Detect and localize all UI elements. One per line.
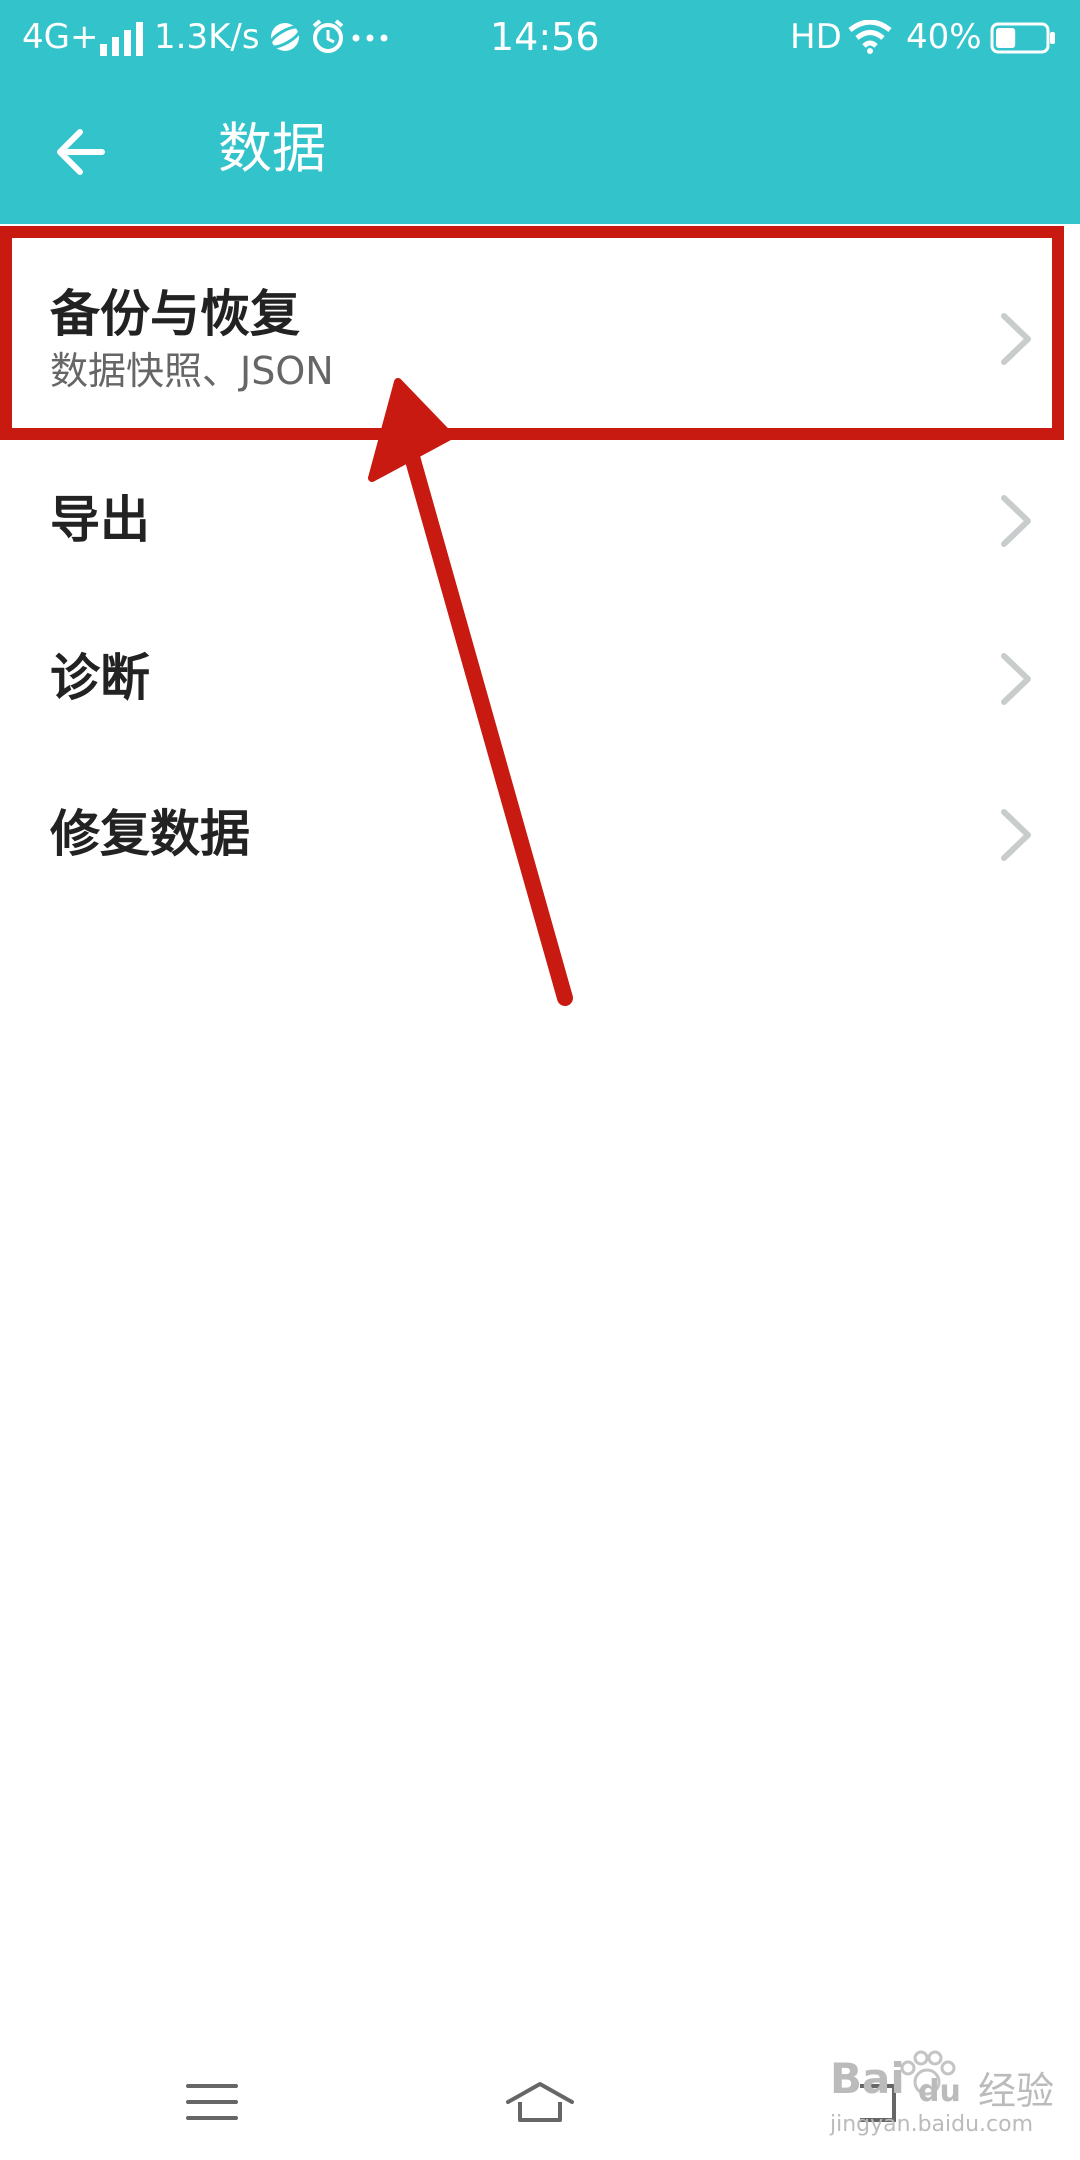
menu-item-title: 备份与恢复 [50, 285, 300, 343]
menu-item-export[interactable]: 导出 [0, 450, 1080, 590]
nav-menu-button[interactable] [152, 2060, 272, 2140]
battery-percent: 40% [906, 17, 982, 57]
clock: 14:56 [490, 15, 600, 59]
menu-item-repair-data[interactable]: 修复数据 [0, 764, 1080, 904]
battery-icon [990, 22, 1055, 54]
hd-indicator: HD [790, 17, 842, 57]
chevron-right-icon [1001, 653, 1031, 705]
menu-item-title: 诊断 [50, 649, 150, 707]
status-bar: 4G+ 1.3K/s 14:56 HD 40% [0, 0, 1080, 74]
nav-home-button[interactable] [480, 2060, 600, 2140]
browser-icon [268, 23, 302, 51]
menu-item-backup-restore[interactable]: 备份与恢复 数据快照、JSON [0, 240, 1080, 440]
network-type: 4G+ [22, 17, 99, 57]
network-speed: 1.3K/s [154, 17, 260, 57]
chevron-right-icon [1001, 495, 1031, 547]
chevron-right-icon [1001, 809, 1031, 861]
watermark-url: jingyan.baidu.com [830, 2112, 1034, 2137]
back-button[interactable] [40, 112, 126, 192]
watermark: Bai du 经验 jingyan.baidu.com [830, 2050, 1060, 2140]
menu-item-diagnostics[interactable]: 诊断 [0, 608, 1080, 748]
watermark-brand-suffix: du [918, 2074, 961, 2109]
menu-icon [186, 2084, 238, 2120]
menu-item-title: 导出 [50, 491, 150, 549]
page-title: 数据 [218, 117, 326, 180]
app-bar: 数据 [0, 74, 1080, 224]
wifi-icon [848, 20, 892, 54]
signal-icon [100, 22, 143, 56]
menu-item-subtitle: 数据快照、JSON [50, 349, 334, 393]
alarm-icon [312, 19, 344, 53]
home-icon [506, 2082, 574, 2122]
more-icon [352, 34, 388, 42]
watermark-brand: Bai [830, 2054, 905, 2103]
arrow-left-icon [57, 129, 105, 175]
watermark-label: 经验 [978, 2069, 1055, 2113]
chevron-right-icon [1001, 313, 1031, 365]
menu-item-title: 修复数据 [50, 805, 250, 863]
